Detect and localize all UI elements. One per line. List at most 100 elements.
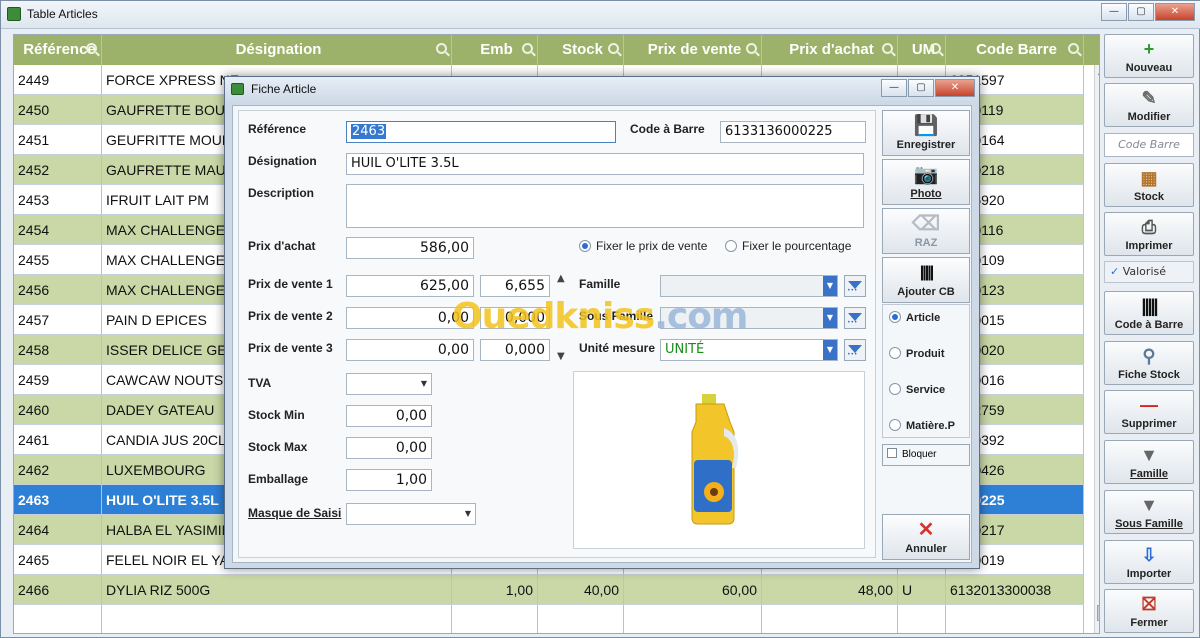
search-icon[interactable] xyxy=(86,43,97,54)
minimize-button[interactable]: — xyxy=(1101,3,1127,21)
fermer-button[interactable]: ⛝ Fermer xyxy=(1104,589,1194,633)
spin-down-icon[interactable]: ▼ xyxy=(557,351,565,362)
type-article-radio[interactable]: Article xyxy=(889,311,940,324)
pv1-percent-input[interactable]: 6,655 xyxy=(480,275,550,297)
radio-dot xyxy=(889,383,901,395)
photo-button[interactable]: 📷 Photo xyxy=(882,159,970,205)
stock-label: Stock xyxy=(1134,191,1164,203)
ajouter-cb-button[interactable]: ||||| Ajouter CB xyxy=(882,257,970,303)
reference-input[interactable]: 2463 xyxy=(346,121,616,143)
maximize-button[interactable]: ▢ xyxy=(1128,3,1154,21)
exit-door-icon: ⛝ xyxy=(1142,594,1156,614)
camera-icon: 📷 xyxy=(913,164,939,186)
fiche-stock-button[interactable]: ⚲ Fiche Stock xyxy=(1104,341,1194,385)
column-header-pa[interactable]: Prix d'achat xyxy=(762,35,898,65)
dialog-close-button[interactable]: ✕ xyxy=(935,79,975,97)
cell-pa: 48,00 xyxy=(762,575,898,605)
cell-ref: 2465 xyxy=(14,545,102,575)
scrollbar-thumb[interactable] xyxy=(1097,605,1099,621)
window-title: Table Articles xyxy=(27,7,98,21)
stock-max-input[interactable]: 0,00 xyxy=(346,437,432,459)
nouveau-button[interactable]: + Nouveau xyxy=(1104,34,1194,78)
watermark-brand: Ouedkniss xyxy=(452,296,655,337)
pv1-input[interactable]: 625,00 xyxy=(346,275,474,297)
pv3-input[interactable]: 0,00 xyxy=(346,339,474,361)
annuler-label: Annuler xyxy=(905,543,947,555)
annuler-button[interactable]: ✕ Annuler xyxy=(882,514,970,560)
dialog-minimize-button[interactable]: — xyxy=(881,79,907,97)
emballage-input[interactable]: 1,00 xyxy=(346,469,432,491)
description-textarea[interactable] xyxy=(346,184,864,228)
unite-mesure-select[interactable]: UNITÉ ▼ xyxy=(660,339,838,361)
vertical-scrollbar[interactable]: ▲ xyxy=(1094,65,1099,633)
column-header-label: Référence xyxy=(23,41,96,58)
famille-filter-button[interactable] xyxy=(844,275,866,297)
column-header-pv[interactable]: Prix de vente xyxy=(624,35,762,65)
type-service-radio[interactable]: Service xyxy=(889,383,945,396)
cell-pa xyxy=(762,605,898,633)
search-icon[interactable] xyxy=(746,43,757,54)
fermer-label: Fermer xyxy=(1130,617,1168,629)
pv3-percent-input[interactable]: 0,000 xyxy=(480,339,550,361)
raz-button[interactable]: ⌫ RAZ xyxy=(882,208,970,254)
prix-achat-input[interactable]: 586,00 xyxy=(346,237,474,259)
fixer-prix-radio[interactable]: Fixer le prix de vente xyxy=(579,239,707,253)
table-row[interactable]: 2466 DYLIA RIZ 500G 1,00 40,00 60,00 48,00 U 61… xyxy=(14,575,1084,605)
enregistrer-button[interactable]: 💾 Enregistrer xyxy=(882,110,970,156)
scroll-up-icon[interactable]: ▲ xyxy=(1098,67,1099,77)
column-header-label: Code Barre xyxy=(976,41,1057,58)
designation-label: Désignation xyxy=(248,154,317,168)
type-matiere-radio[interactable]: Matière.P xyxy=(889,419,955,432)
search-icon[interactable] xyxy=(930,43,941,54)
stock-button[interactable]: ▦ Stock xyxy=(1104,163,1194,207)
search-icon[interactable] xyxy=(882,43,893,54)
stock-min-input[interactable]: 0,00 xyxy=(346,405,432,427)
cell-ref xyxy=(14,605,102,633)
ouedkniss-watermark: Ouedkniss.com xyxy=(452,296,748,337)
fixer-pourcentage-radio[interactable]: Fixer le pourcentage xyxy=(725,239,851,253)
search-icon[interactable] xyxy=(1068,43,1079,54)
code-barre-search-input[interactable]: Code Barre xyxy=(1104,133,1194,157)
column-header-cb[interactable]: Code Barre xyxy=(946,35,1084,65)
floppy-disk-icon: 💾 xyxy=(913,115,939,137)
supprimer-button[interactable]: — Supprimer xyxy=(1104,390,1194,434)
column-header-emb[interactable]: Emb xyxy=(452,35,538,65)
sous-famille-button[interactable]: ▼ Sous Famille xyxy=(1104,490,1194,534)
radio-dot xyxy=(889,419,901,431)
bloquer-checkbox[interactable]: Bloquer xyxy=(882,444,970,466)
table-row[interactable] xyxy=(14,605,1084,633)
code-a-barre-label: Code à Barre xyxy=(630,122,705,136)
cell-ref: 2454 xyxy=(14,215,102,245)
search-icon[interactable] xyxy=(608,43,619,54)
famille-select[interactable]: ▼ xyxy=(660,275,838,297)
valorise-checkbox[interactable]: ✓ Valorisé xyxy=(1104,261,1194,283)
designation-input[interactable]: HUIL O'LITE 3.5L xyxy=(346,153,864,175)
importer-button[interactable]: ⇩ Importer xyxy=(1104,540,1194,584)
famille-button[interactable]: ▼ Famille xyxy=(1104,440,1194,484)
sous-famille-filter-button[interactable] xyxy=(844,307,866,329)
unite-mesure-value: UNITÉ xyxy=(665,342,705,357)
column-header-stock[interactable]: Stock xyxy=(538,35,624,65)
tva-select[interactable]: ▼ xyxy=(346,373,432,395)
unite-mesure-filter-button[interactable] xyxy=(844,339,866,361)
reference-value: 2463 xyxy=(351,124,387,139)
column-header-des[interactable]: Désignation xyxy=(102,35,452,65)
search-icon[interactable] xyxy=(522,43,533,54)
bloquer-label: Bloquer xyxy=(902,449,937,460)
imprimer-button[interactable]: ⎙ Imprimer xyxy=(1104,212,1194,256)
modifier-button[interactable]: ✎ Modifier xyxy=(1104,83,1194,127)
code-a-barre-button[interactable]: ||||| Code à Barre xyxy=(1104,291,1194,335)
masque-select[interactable]: ▼ xyxy=(346,503,476,525)
cross-icon: ✕ xyxy=(917,519,935,541)
dialog-maximize-button[interactable]: ▢ xyxy=(908,79,934,97)
column-header-ref[interactable]: Référence xyxy=(14,35,102,65)
spin-up-icon[interactable]: ▲ xyxy=(557,273,565,284)
type-produit-radio[interactable]: Produit xyxy=(889,347,945,360)
column-header-um[interactable]: UM xyxy=(898,35,946,65)
boxes-icon: ▦ xyxy=(1140,168,1158,188)
code-a-barre-input[interactable]: 6133136000225 xyxy=(720,121,866,143)
cell-ref: 2450 xyxy=(14,95,102,125)
search-icon[interactable] xyxy=(436,43,447,54)
close-button[interactable]: ✕ xyxy=(1155,3,1195,21)
supprimer-label: Supprimer xyxy=(1121,418,1177,430)
